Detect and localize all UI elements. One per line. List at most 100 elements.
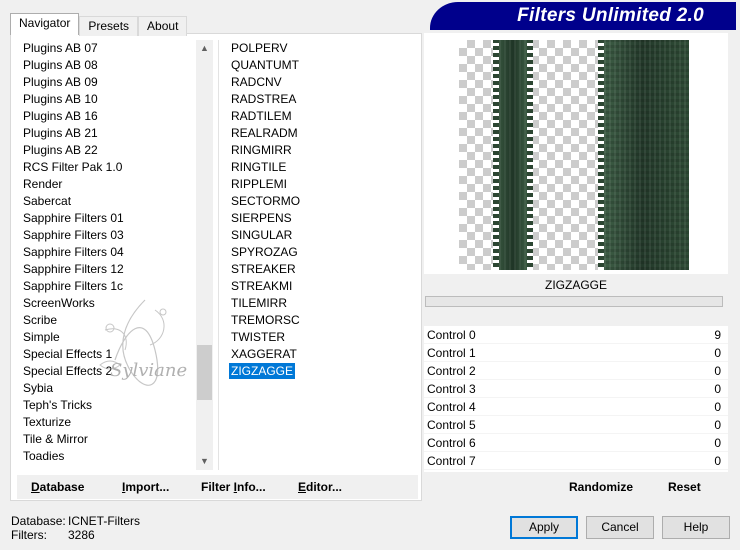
control-value: 0 <box>714 454 721 468</box>
category-item[interactable]: Sapphire Filters 04 <box>17 244 197 261</box>
category-scrollbar[interactable]: ▲ ▼ <box>196 40 213 470</box>
scrollbar-thumb[interactable] <box>197 345 212 400</box>
filters-count-label: Filters: <box>11 528 47 542</box>
preview-zigzag-edge <box>527 40 533 270</box>
preview-zigzag-edge <box>493 40 499 270</box>
control-value: 0 <box>714 436 721 450</box>
control-row[interactable]: Control 2 0 <box>424 362 728 380</box>
preview-zigzag-edge <box>598 40 604 270</box>
filter-item[interactable]: REALRADM <box>219 125 418 142</box>
control-value: 0 <box>714 346 721 360</box>
control-row[interactable]: Control 0 9 <box>424 326 728 344</box>
control-value: 0 <box>714 400 721 414</box>
control-row[interactable]: Control 4 0 <box>424 398 728 416</box>
control-label: Control 2 <box>427 364 476 378</box>
progress-bar <box>425 296 723 307</box>
control-value: 0 <box>714 364 721 378</box>
cancel-button[interactable]: Cancel <box>586 516 654 539</box>
control-label: Control 1 <box>427 346 476 360</box>
filter-item[interactable]: RADCNV <box>219 74 418 91</box>
category-item[interactable]: Texturize <box>17 414 197 431</box>
database-value: ICNET-Filters <box>68 514 140 528</box>
category-item[interactable]: ScreenWorks <box>17 295 197 312</box>
category-item[interactable]: Simple <box>17 329 197 346</box>
filter-item[interactable]: TWISTER <box>219 329 418 346</box>
navigator-button-bar: Database Import... Filter Info... Editor… <box>17 475 418 499</box>
control-row[interactable]: Control 1 0 <box>424 344 728 362</box>
filter-item[interactable]: ZIGZAGGE <box>219 363 418 380</box>
database-button[interactable]: Database <box>31 475 84 499</box>
category-item[interactable]: Sybia <box>17 380 197 397</box>
filter-item[interactable]: TILEMIRR <box>219 295 418 312</box>
category-item[interactable]: Plugins AB 16 <box>17 108 197 125</box>
filter-item[interactable]: SINGULAR <box>219 227 418 244</box>
filter-item[interactable]: RADSTREA <box>219 91 418 108</box>
control-label: Control 3 <box>427 382 476 396</box>
filter-item[interactable]: RINGTILE <box>219 159 418 176</box>
help-button[interactable]: Help <box>662 516 730 539</box>
control-row[interactable]: Control 6 0 <box>424 434 728 452</box>
reset-button[interactable]: Reset <box>668 477 701 497</box>
category-item[interactable]: Special Effects 2 <box>17 363 197 380</box>
current-filter-name: ZIGZAGGE <box>424 274 728 296</box>
filter-item[interactable]: TREMORSC <box>219 312 418 329</box>
filter-item[interactable]: QUANTUMT <box>219 57 418 74</box>
filter-info-button[interactable]: Filter Info... <box>201 475 266 499</box>
control-label: Control 6 <box>427 436 476 450</box>
control-label: Control 5 <box>427 418 476 432</box>
category-item[interactable]: Sabercat <box>17 193 197 210</box>
category-item[interactable]: Special Effects 1 <box>17 346 197 363</box>
filter-list[interactable]: POLPERV QUANTUMT RADCNV RADSTREA RADTILEM REA… <box>218 40 418 470</box>
filter-item[interactable]: RADTILEM <box>219 108 418 125</box>
status-info: Database: ICNET-Filters Filters: 3286 <box>11 515 140 543</box>
filter-item[interactable]: RINGMIRR <box>219 142 418 159</box>
category-item[interactable]: Sapphire Filters 01 <box>17 210 197 227</box>
filter-item[interactable]: XAGGERAT <box>219 346 418 363</box>
category-item[interactable]: Plugins AB 21 <box>17 125 197 142</box>
apply-button[interactable]: Apply <box>510 516 578 539</box>
tab-navigator[interactable]: Navigator <box>10 13 80 35</box>
tab-presets[interactable]: Presets <box>79 16 139 36</box>
category-item[interactable]: Sapphire Filters 12 <box>17 261 197 278</box>
scroll-down-icon[interactable]: ▼ <box>196 453 213 470</box>
editor-button[interactable]: Editor... <box>298 475 342 499</box>
filter-item[interactable]: STREAKER <box>219 261 418 278</box>
filter-item[interactable]: RIPPLEMI <box>219 176 418 193</box>
filter-item[interactable]: POLPERV <box>219 40 418 57</box>
category-item[interactable]: Teph's Tricks <box>17 397 197 414</box>
category-item[interactable]: Plugins AB 10 <box>17 91 197 108</box>
control-value: 9 <box>714 328 721 342</box>
preview-stripe-right <box>604 40 689 270</box>
category-item[interactable]: Plugins AB 09 <box>17 74 197 91</box>
category-item[interactable]: Plugins AB 07 <box>17 40 197 57</box>
tab-about[interactable]: About <box>138 16 188 36</box>
category-item[interactable]: Render <box>17 176 197 193</box>
control-label: Control 0 <box>427 328 476 342</box>
filter-item[interactable]: STREAKMI <box>219 278 418 295</box>
control-row[interactable]: Control 7 0 <box>424 452 728 470</box>
app-title-banner: Filters Unlimited 2.0 <box>430 2 736 30</box>
preview-image <box>459 40 689 270</box>
category-item[interactable]: Plugins AB 22 <box>17 142 197 159</box>
category-item[interactable]: RCS Filter Pak 1.0 <box>17 159 197 176</box>
database-label: Database: <box>11 514 66 528</box>
control-row[interactable]: Control 5 0 <box>424 416 728 434</box>
category-item[interactable]: Tile & Mirror <box>17 431 197 448</box>
preview-stripe-left <box>499 40 527 270</box>
category-item[interactable]: Plugins AB 08 <box>17 57 197 74</box>
scroll-up-icon[interactable]: ▲ <box>196 40 213 57</box>
randomize-button[interactable]: Randomize <box>569 477 633 497</box>
category-item[interactable]: Toadies <box>17 448 197 465</box>
category-list[interactable]: Plugins AB 07 Plugins AB 08 Plugins AB 09 P… <box>17 40 197 470</box>
category-item[interactable]: Scribe <box>17 312 197 329</box>
control-row[interactable]: Control 3 0 <box>424 380 728 398</box>
import-button[interactable]: Import... <box>122 475 169 499</box>
filter-item[interactable]: SECTORMO <box>219 193 418 210</box>
control-label: Control 7 <box>427 454 476 468</box>
category-item[interactable]: Sapphire Filters 03 <box>17 227 197 244</box>
control-value: 0 <box>714 418 721 432</box>
filter-item[interactable]: SPYROZAG <box>219 244 418 261</box>
category-item[interactable]: Sapphire Filters 1c <box>17 278 197 295</box>
tab-strip: Navigator Presets About <box>10 13 188 36</box>
filter-item[interactable]: SIERPENS <box>219 210 418 227</box>
